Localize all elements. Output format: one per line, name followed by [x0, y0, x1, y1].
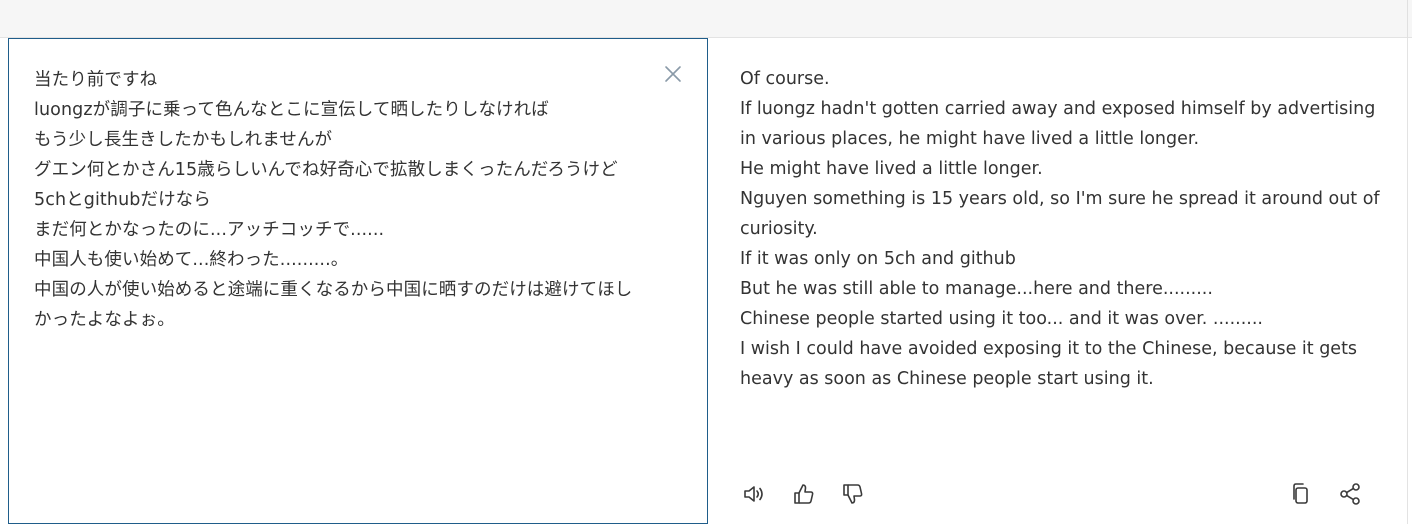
like-button[interactable] [791, 481, 817, 507]
translation-line: Of course. [740, 69, 830, 89]
source-line: グエン何とかさん15歳らしいんでね好奇心で拡散しまくったんだろうけど [34, 160, 618, 180]
copy-icon [1293, 483, 1308, 504]
translation-line: If it was only on 5ch and github [740, 249, 1016, 269]
source-line: 5chとgithubだけなら [34, 190, 211, 210]
close-icon [665, 66, 681, 82]
dislike-button[interactable] [840, 481, 866, 507]
source-line: 中国人も使い始めて...終わった.........。 [34, 250, 349, 270]
translation-line: If luongz hadn't gotten carried away and… [740, 99, 1376, 149]
source-line: もう少し長生きしたかもしれませんが [34, 130, 333, 150]
translation-line: Nguyen something is 15 years old, so I'm… [740, 189, 1380, 239]
source-line: 当たり前ですね [34, 70, 158, 90]
translation-line: He might have lived a little longer. [740, 159, 1043, 179]
translation-line: I wish I could have avoided exposing it … [740, 339, 1358, 389]
source-textarea[interactable]: 当たり前ですね luongzが調子に乗って色んなとこに宣伝して晒したりしなければ… [34, 65, 639, 335]
thumbs-up-icon [794, 484, 814, 504]
speaker-icon [744, 486, 763, 502]
translation-output: Of course. If luongz hadn't gotten carri… [740, 64, 1380, 394]
thumbs-down-icon [843, 484, 863, 504]
share-icon [1340, 483, 1360, 505]
translation-line: But he was still able to manage...here a… [740, 279, 1213, 299]
listen-button[interactable] [741, 481, 767, 507]
translation-panel: Of course. If luongz hadn't gotten carri… [708, 38, 1408, 524]
top-bar [0, 0, 1412, 38]
share-button[interactable] [1337, 481, 1363, 507]
source-line: luongzが調子に乗って色んなとこに宣伝して晒したりしなければ [34, 100, 549, 120]
translation-line: Chinese people started using it too... a… [740, 309, 1263, 329]
source-line: 中国の人が使い始めると途端に重くなるから中国に晒すのだけは避けてほしかったよなよ… [34, 280, 633, 330]
clear-text-button[interactable] [662, 63, 684, 85]
source-text-panel[interactable]: 当たり前ですね luongzが調子に乗って色んなとこに宣伝して晒したりしなければ… [8, 38, 708, 524]
copy-button[interactable] [1288, 481, 1314, 507]
top-bar-divider [1407, 0, 1408, 38]
source-line: まだ何とかなったのに...アッチコッチで...... [34, 220, 385, 240]
